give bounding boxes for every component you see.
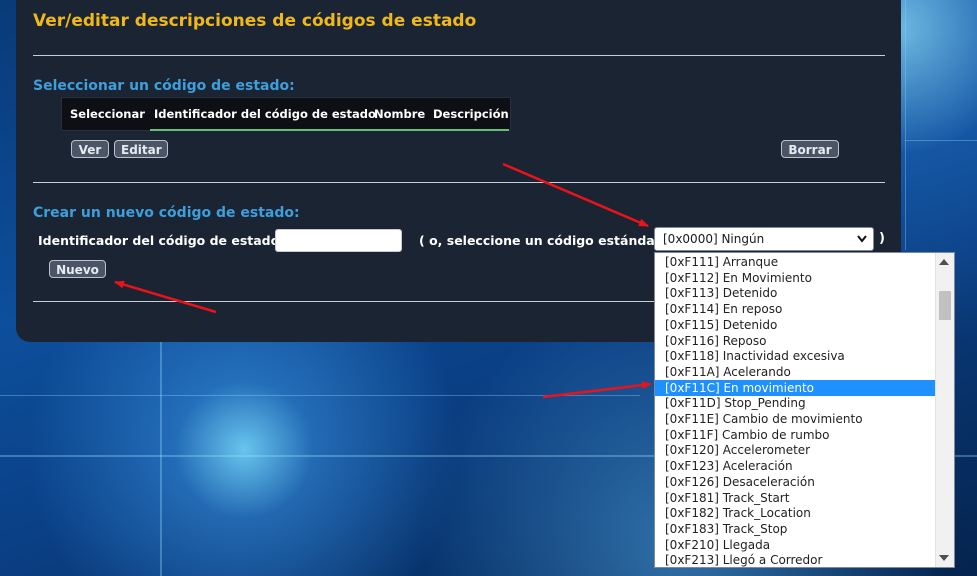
annotation-arrows bbox=[114, 162, 652, 399]
annotation-arrow-option bbox=[542, 381, 652, 399]
annotation-arrow-select bbox=[502, 162, 649, 228]
annotation-arrow-new-button bbox=[114, 280, 217, 314]
